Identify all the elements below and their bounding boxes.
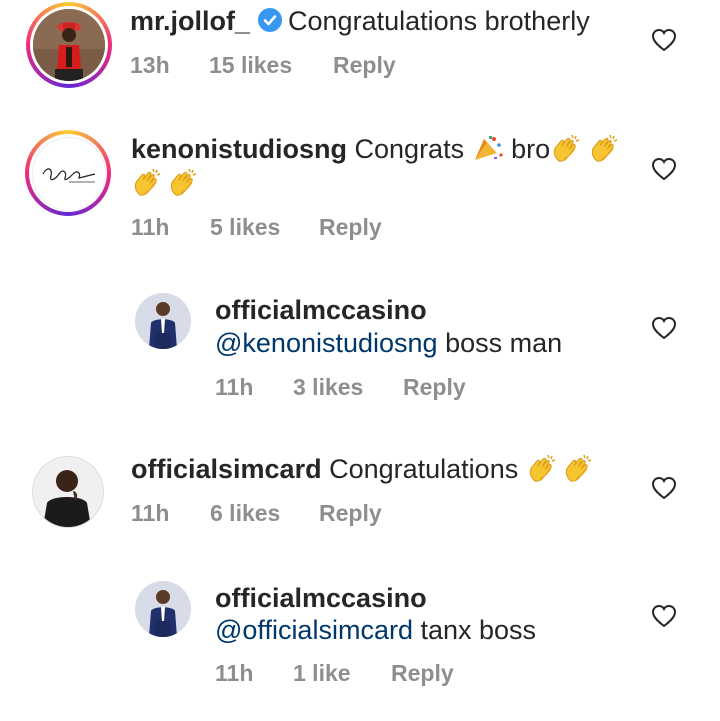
comment-body: Congratulations [329,454,519,484]
comment-likes[interactable]: 5 likes [210,214,319,241]
comment-item: officialsimcard Congratulations 11h 6 li… [0,448,720,548]
clapping-hands-emoji [562,453,594,483]
avatar[interactable] [135,581,191,637]
comment-username[interactable]: kenonistudiosng [131,134,347,164]
comment-item: kenonistudiosng Congrats bro 11h 5 likes… [0,124,720,254]
comment-text-line-2: @officialsimcard tanx boss [215,613,536,647]
comment-time: 11h [131,214,170,240]
comment-meta: 11h 6 likes Reply [131,500,382,527]
reply-button[interactable]: Reply [319,500,382,527]
mention-link[interactable]: @officialsimcard [215,615,413,645]
clapping-hands-emoji [588,133,620,163]
comment-meta: 11h 3 likes Reply [215,374,466,401]
comment-likes[interactable]: 15 likes [209,52,333,79]
comment-body: tanx boss [420,615,537,645]
comment-text: officialmccasino [215,293,427,327]
comment-text: officialmccasino [215,581,427,615]
comment-time: 11h [215,374,254,400]
party-popper-emoji [474,136,503,160]
heart-outline-icon[interactable] [651,476,677,500]
comment-username[interactable]: mr.jollof_ [130,6,250,36]
comment-text-line-2 [131,166,199,200]
heart-outline-icon[interactable] [651,604,677,628]
comment-text: kenonistudiosng Congrats bro [131,132,620,166]
avatar[interactable] [32,456,104,528]
clapping-hands-emoji [131,167,163,197]
comment-username[interactable]: officialmccasino [215,295,427,325]
comment-time: 11h [131,500,170,526]
mention-link[interactable]: @kenonistudiosng [215,328,438,358]
reply-button[interactable]: Reply [319,214,382,241]
heart-outline-icon[interactable] [651,28,677,52]
reply-button[interactable]: Reply [403,374,466,401]
avatar-story-ring[interactable] [25,130,111,216]
reply-item: officialmccasino @officialsimcard tanx b… [0,572,720,702]
comment-meta: 11h 5 likes Reply [131,214,382,241]
comment-meta: 11h 1 like Reply [215,660,454,687]
heart-outline-icon[interactable] [651,157,677,181]
heart-outline-icon[interactable] [651,316,677,340]
comment-text: mr.jollof_ Congratulations brotherly [130,4,590,38]
clapping-hands-emoji [550,133,582,163]
reply-button[interactable]: Reply [333,52,396,79]
comment-username[interactable]: officialmccasino [215,583,427,613]
avatar[interactable] [33,9,105,81]
avatar[interactable] [135,293,191,349]
comment-likes[interactable]: 6 likes [210,500,319,527]
reply-button[interactable]: Reply [391,660,454,687]
comment-item: mr.jollof_ Congratulations brotherly 13h … [0,0,720,110]
comment-likes[interactable]: 3 likes [293,374,403,401]
avatar[interactable] [32,137,106,211]
comment-meta: 13h 15 likes Reply [130,52,396,79]
reply-item: officialmccasino @kenonistudiosng boss m… [0,284,720,414]
comment-time: 11h [215,660,254,686]
avatar-story-ring[interactable] [26,2,112,88]
comment-text: officialsimcard Congratulations [131,452,594,486]
verified-badge-icon [258,8,283,32]
comment-text-line-2: @kenonistudiosng boss man [215,326,562,360]
comment-username[interactable]: officialsimcard [131,454,322,484]
comment-body: boss man [445,328,563,358]
clapping-hands-emoji [167,167,199,197]
comment-body: Congrats [354,134,465,164]
clapping-hands-emoji [526,453,558,483]
comment-likes[interactable]: 1 like [293,660,391,687]
comment-body-2: bro [511,134,551,164]
comment-body: Congratulations brotherly [288,6,590,36]
comment-time: 13h [130,52,170,78]
